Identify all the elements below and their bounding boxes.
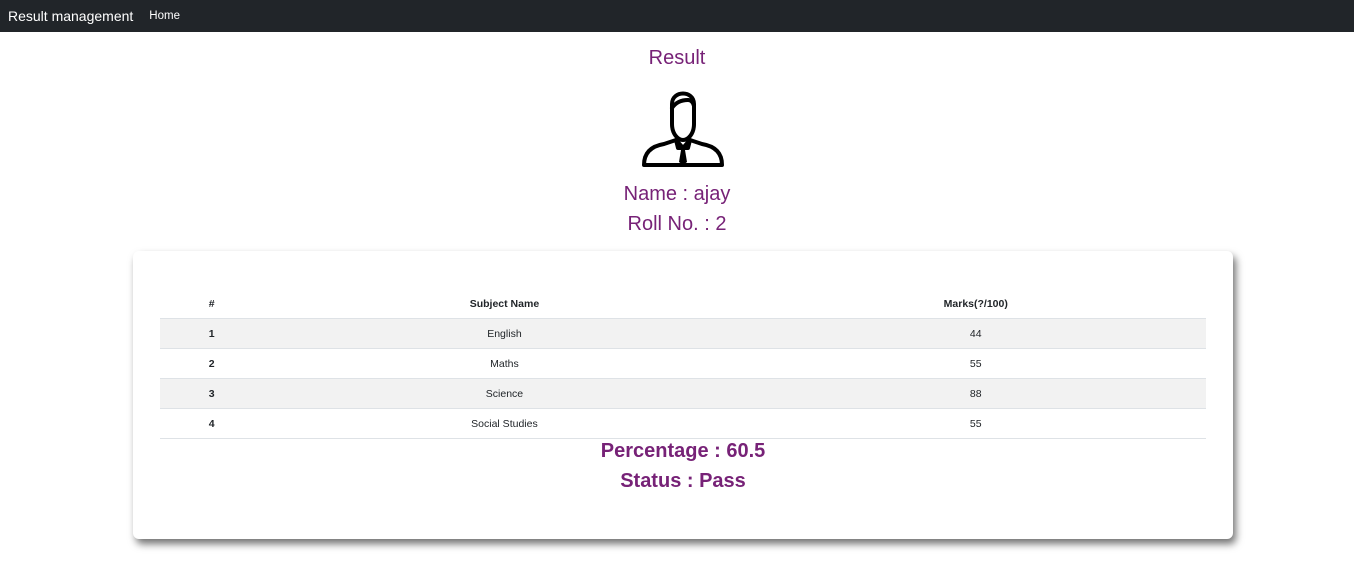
- student-roll-number: Roll No. : 2: [627, 213, 727, 235]
- header-index: #: [160, 289, 264, 319]
- nav-link-home[interactable]: Home: [149, 10, 180, 22]
- marks-table: # Subject Name Marks(?/100) 1 English 44…: [160, 289, 1206, 439]
- table-row: 3 Science 88: [160, 378, 1206, 409]
- brand-link[interactable]: Result management: [8, 8, 133, 24]
- result-card: # Subject Name Marks(?/100) 1 English 44…: [133, 251, 1233, 539]
- row-index: 4: [160, 408, 264, 439]
- header-marks: Marks(?/100): [745, 289, 1206, 319]
- status-text: Status : Pass: [620, 470, 746, 492]
- navbar: Result management Home: [0, 0, 1354, 32]
- row-marks: 55: [745, 408, 1206, 439]
- table-header-row: # Subject Name Marks(?/100): [160, 289, 1206, 319]
- table-row: 1 English 44: [160, 318, 1206, 349]
- row-index: 2: [160, 348, 264, 379]
- row-subject: Social Studies: [263, 408, 746, 439]
- row-marks: 88: [745, 378, 1206, 409]
- table-row: 2 Maths 55: [160, 348, 1206, 379]
- row-marks: 55: [745, 348, 1206, 379]
- student-name: Name : ajay: [623, 183, 731, 205]
- row-index: 3: [160, 378, 264, 409]
- row-subject: Maths: [263, 348, 746, 379]
- row-subject: English: [263, 318, 746, 349]
- row-index: 1: [160, 318, 264, 349]
- page-title: Result: [648, 47, 706, 69]
- percentage-text: Percentage : 60.5: [600, 440, 766, 462]
- header-subject-name: Subject Name: [263, 289, 746, 319]
- row-subject: Science: [263, 378, 746, 409]
- row-marks: 44: [745, 318, 1206, 349]
- user-avatar-icon: [642, 91, 724, 167]
- table-row: 4 Social Studies 55: [160, 408, 1206, 439]
